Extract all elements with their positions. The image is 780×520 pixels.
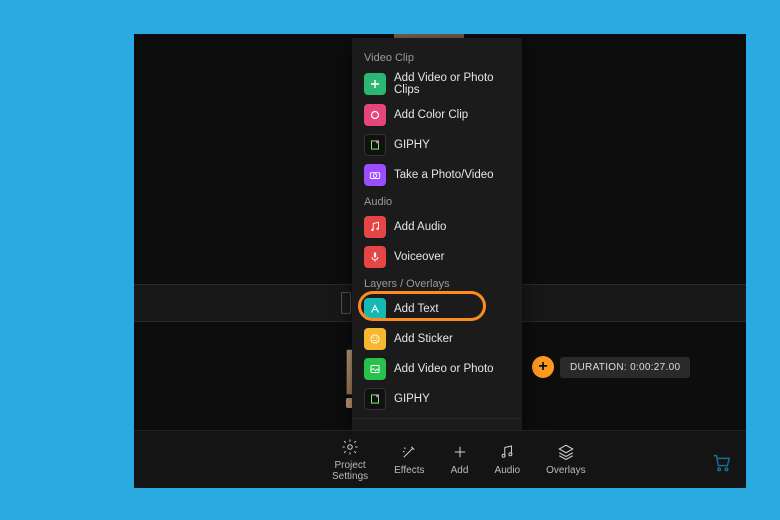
wand-icon [400,443,418,461]
image-icon [364,358,386,380]
toolbar-label: Audio [495,465,521,476]
timeline-marker[interactable] [341,292,351,314]
giphy-icon [364,134,386,156]
music-note-icon [364,216,386,238]
menu-label: Add Audio [394,221,446,233]
toolbar-overlays[interactable]: Overlays [546,443,585,476]
text-icon [364,298,386,320]
menu-label: GIPHY [394,139,430,151]
menu-item-voiceover[interactable]: Voiceover [352,242,522,272]
toolbar-label: ProjectSettings [332,460,368,482]
menu-label: GIPHY [394,393,430,405]
plus-icon [451,443,469,461]
add-menu-popup: Video Clip Add Video or Photo Clips Add … [352,38,522,455]
menu-section-audio: Audio [352,190,522,212]
giphy-icon [364,388,386,410]
menu-item-add-color-clip[interactable]: Add Color Clip [352,100,522,130]
toolbar-audio[interactable]: Audio [495,443,521,476]
menu-item-giphy-2[interactable]: GIPHY [352,384,522,414]
menu-label: Voiceover [394,251,445,263]
microphone-icon [364,246,386,268]
menu-item-add-video-photo-clips[interactable]: Add Video or Photo Clips [352,68,522,100]
menu-section-video: Video Clip [352,46,522,68]
toolbar-label: Effects [394,465,424,476]
add-duration-button[interactable]: + [532,356,554,378]
gear-icon [341,438,359,456]
toolbar-label: Overlays [546,465,585,476]
menu-item-giphy[interactable]: GIPHY [352,130,522,160]
camera-icon [364,164,386,186]
cart-icon[interactable] [708,451,734,478]
menu-item-take-photo-video[interactable]: Take a Photo/Video [352,160,522,190]
menu-item-add-text[interactable]: Add Text [352,294,522,324]
menu-label: Take a Photo/Video [394,169,494,181]
menu-label: Add Sticker [394,333,453,345]
color-circle-icon [364,104,386,126]
bottom-toolbar: ProjectSettings Effects Add Audio Overla… [134,430,746,488]
menu-label: Add Text [394,303,439,315]
menu-section-layers: Layers / Overlays [352,272,522,294]
menu-label: Add Color Clip [394,109,468,121]
toolbar-effects[interactable]: Effects [394,443,424,476]
toolbar-project-settings[interactable]: ProjectSettings [332,438,368,482]
menu-item-add-audio[interactable]: Add Audio [352,212,522,242]
toolbar-label: Add [451,465,469,476]
duration-pill[interactable]: DURATION: 0:00:27.00 [560,357,690,378]
duration-label: DURATION: [570,362,627,373]
plus-icon [364,73,386,95]
menu-item-add-sticker[interactable]: Add Sticker [352,324,522,354]
layers-icon [557,443,575,461]
music-icon [498,443,516,461]
menu-label: Add Video or Photo [394,363,494,375]
video-editor-window: + DURATION: 0:00:27.00 Video Clip Add Vi… [134,34,746,488]
duration-indicator: + DURATION: 0:00:27.00 [532,356,690,378]
duration-value: 0:00:27.00 [630,362,680,373]
menu-item-add-video-photo[interactable]: Add Video or Photo [352,354,522,384]
smiley-icon [364,328,386,350]
menu-label: Add Video or Photo Clips [394,72,510,96]
toolbar-add[interactable]: Add [451,443,469,476]
